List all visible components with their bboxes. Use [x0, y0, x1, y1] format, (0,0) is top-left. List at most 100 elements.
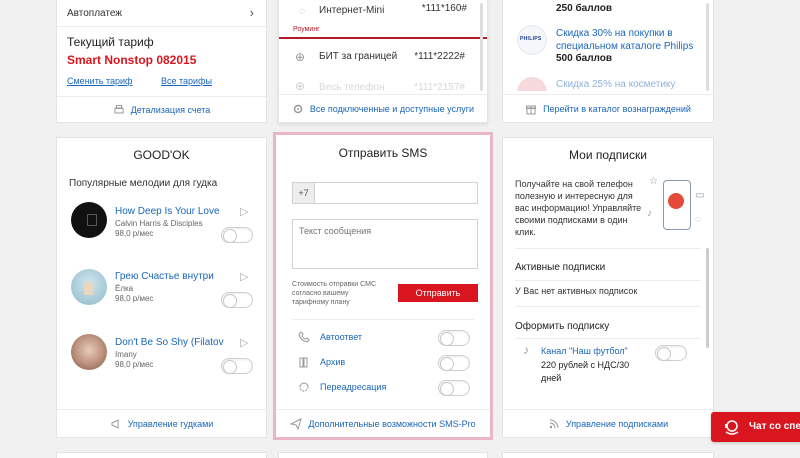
song-artist: Calvin Harris & Disciples [115, 219, 203, 228]
tariff-name: Smart Nonstop 082015 [67, 53, 197, 67]
option-label: Автоответ [320, 332, 363, 342]
cost-note: Стоимость отправки СМС согласно вашему т… [292, 281, 377, 306]
service-code: *111*2157# [414, 82, 465, 91]
phone-input[interactable] [317, 185, 473, 201]
reward-title[interactable]: Скидка 30% на покупки в специальном ката… [556, 27, 696, 53]
subscriptions-card: Мои подписки Получайте на свой телефон п… [502, 137, 714, 438]
chat-button-label: Чат со специ [749, 421, 800, 432]
subs-footer[interactable]: Управление подписками [503, 409, 713, 437]
basketball-icon [668, 193, 684, 209]
service-row[interactable]: ◌ Интернет-Mini *111*160# [279, 0, 487, 27]
archive-toggle[interactable] [438, 355, 470, 371]
play-icon[interactable]: ▷ [240, 336, 248, 349]
chevron-right-icon: › [249, 5, 254, 20]
send-button[interactable]: Отправить [398, 284, 478, 302]
phone-illustration: ☆ ▭ ♪ ◌ [647, 176, 707, 240]
all-tariffs-link[interactable]: Все тарифы [161, 76, 212, 86]
sms-title: Отправить SMS [338, 146, 428, 160]
tariff-card: Автоплатеж › Текущий тариф Smart Nonstop… [56, 0, 267, 123]
service-name: Интернет-Mini [319, 5, 385, 16]
song-title[interactable]: Грею Счастье внутри [115, 271, 214, 282]
sms-pro-footer[interactable]: Дополнительные возможности SMS-Pro [276, 409, 490, 437]
roaming-label: Роуминг [293, 26, 320, 33]
globe-icon: ⊕ [295, 50, 306, 64]
current-tariff-label: Текущий тариф [67, 35, 154, 49]
subscribe-header: Оформить подписку [515, 321, 610, 332]
option-label: Переадресация [320, 382, 387, 392]
song-item: Грею Счастье внутри Ёлка 98,0 р/мес ▷ [57, 265, 266, 315]
service-code: *111*2222# [414, 51, 465, 62]
goodok-title: GOOD'OK [133, 148, 190, 162]
song-item: Don't Be So Shy (Filatov Imany 98,0 р/ме… [57, 331, 266, 381]
support-agent-icon [725, 420, 739, 435]
song-toggle[interactable] [221, 227, 253, 243]
scrollbar[interactable] [706, 248, 709, 348]
divider [515, 248, 701, 249]
all-services-link: Все подключенные и доступные услуги [309, 103, 475, 114]
manage-goodok-link: Управление гудками [127, 418, 214, 429]
wifi-icon: ◌ [299, 6, 305, 17]
song-artist: Ёлка [115, 284, 134, 293]
divider [515, 306, 701, 307]
song-price: 98,0 р/мес [115, 229, 154, 238]
album-cover [71, 269, 107, 305]
bottom-card-edge [56, 452, 267, 458]
channel-price: 220 рублей с НДС/30 дней [541, 360, 630, 383]
divider [515, 280, 701, 281]
phone-handset-icon [298, 331, 310, 343]
service-name: Весь телефон [319, 82, 385, 91]
service-name: БИТ за границей [319, 51, 398, 62]
goodok-card: GOOD'OK Популярные мелодии для гудка How… [56, 137, 267, 438]
service-row[interactable]: ⊕ Весь телефон *111*2157# [279, 77, 487, 91]
change-tariff-link[interactable]: Сменить тариф [67, 76, 132, 86]
channel-item: ♪ Канал "Наш футбол" 220 рублей с НДС/30… [503, 343, 713, 393]
song-title[interactable]: How Deep Is Your Love [115, 206, 220, 217]
scrollbar[interactable] [480, 3, 483, 91]
chat-button[interactable]: Чат со специ [711, 412, 800, 442]
divider [292, 319, 474, 320]
sms-card: Отправить SMS +7 Стоимость отправки СМС … [273, 132, 493, 440]
phone-field[interactable]: +7 [292, 182, 478, 204]
sms-option-row: Автоответ [276, 329, 490, 347]
gear-icon [293, 104, 303, 113]
song-toggle[interactable] [221, 292, 253, 308]
autopay-row[interactable]: Автоплатеж › [57, 0, 266, 27]
forward-icon [299, 382, 309, 392]
subs-title: Мои подписки [569, 148, 647, 162]
cosmetics-logo [517, 77, 547, 91]
goodok-footer[interactable]: Управление гудками [57, 409, 266, 437]
autoreply-toggle[interactable] [438, 330, 470, 346]
all-services-footer[interactable]: Все подключенные и доступные услуги [279, 94, 487, 122]
sms-pro-link: Дополнительные возможности SMS-Pro [308, 418, 476, 429]
catalog-footer[interactable]: Перейти в каталог вознаграждений [503, 94, 713, 122]
printer-icon [114, 104, 124, 113]
play-icon[interactable]: ▷ [240, 205, 248, 218]
account-details-footer[interactable]: Детализация счета [57, 96, 266, 122]
channel-title[interactable]: Канал "Наш футбол" [541, 346, 628, 356]
philips-logo: PHILIPS [517, 25, 547, 55]
song-title[interactable]: Don't Be So Shy (Filatov [115, 337, 224, 348]
gift-icon [526, 105, 537, 114]
option-label: Архив [320, 357, 346, 367]
archive-icon [299, 357, 308, 368]
goodok-subtitle: Популярные мелодии для гудка [69, 178, 218, 189]
rewards-card: 250 баллов PHILIPS Скидка 30% на покупки… [502, 0, 714, 123]
album-cover [71, 202, 107, 238]
services-card: ◌ Интернет-Mini *111*160# Роуминг ⊕ БИТ … [278, 0, 488, 123]
service-code: *111*160# [421, 3, 467, 14]
play-icon[interactable]: ▷ [240, 270, 248, 283]
message-textarea[interactable] [292, 219, 478, 269]
globe-icon: ⊕ [295, 79, 306, 91]
channel-toggle[interactable] [655, 345, 687, 361]
phone-prefix: +7 [293, 183, 315, 203]
bottom-card-edge [278, 452, 488, 458]
song-toggle[interactable] [221, 358, 253, 374]
forwarding-toggle[interactable] [438, 380, 470, 396]
scrollbar[interactable] [706, 3, 709, 91]
song-price: 98,0 р/мес [115, 360, 154, 369]
sms-option-row: Переадресация [276, 379, 490, 397]
service-row[interactable]: ⊕ БИТ за границей *111*2222# [279, 47, 487, 71]
song-price: 98,0 р/мес [115, 294, 154, 303]
reward-title[interactable]: Скидка 25% на косметику [556, 79, 696, 91]
megaphone-icon [111, 418, 119, 429]
